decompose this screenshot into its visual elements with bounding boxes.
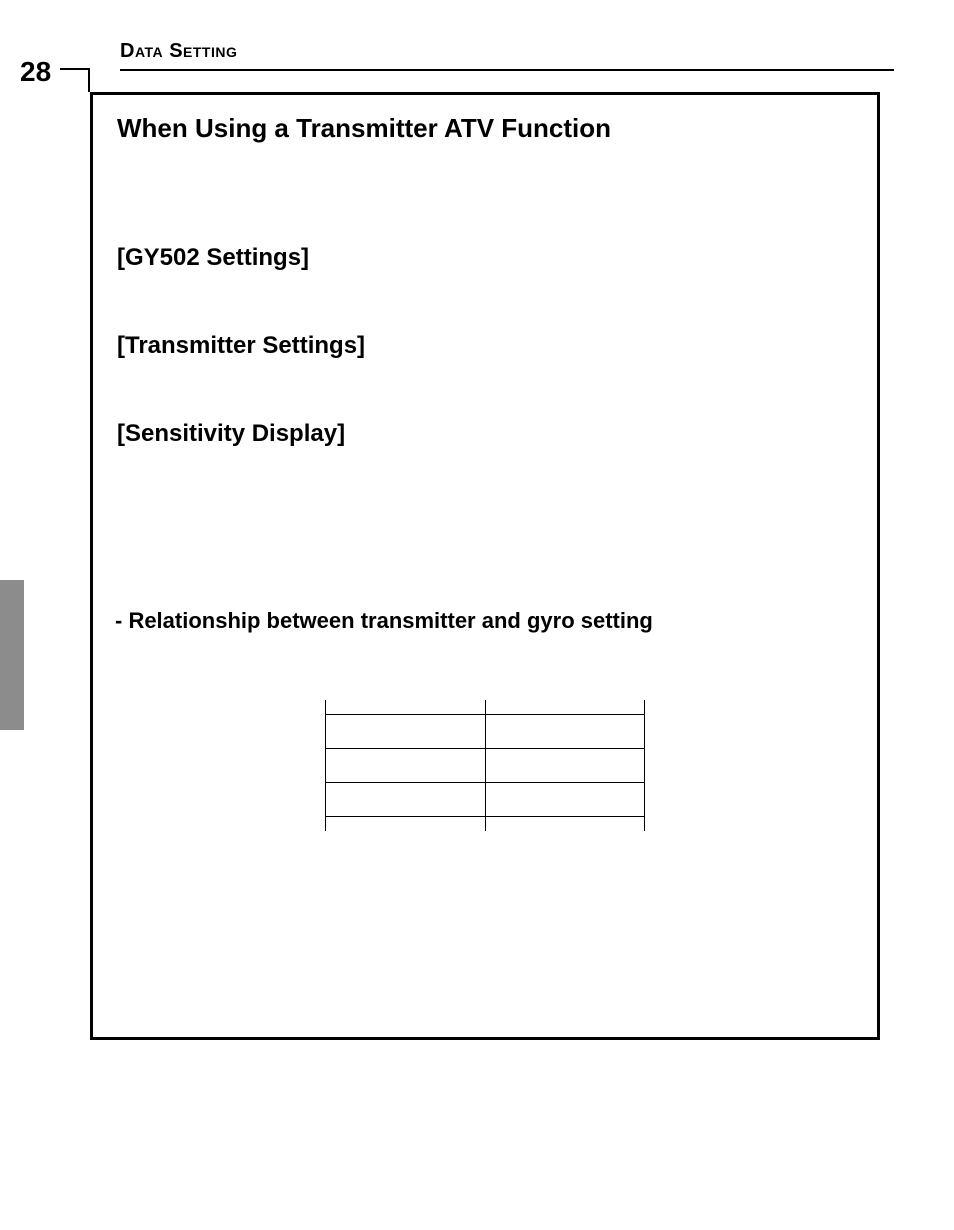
table-row	[325, 783, 645, 817]
side-tab	[0, 580, 24, 730]
table-mid-tick-top	[485, 700, 486, 714]
table-outer	[325, 714, 645, 817]
table-mid-tick-bottom	[485, 817, 486, 831]
table-row	[325, 715, 645, 749]
header-corner-mark	[60, 70, 90, 94]
box-title: When Using a Transmitter ATV Function	[117, 113, 853, 144]
content-box: When Using a Transmitter ATV Function [G…	[90, 92, 880, 1040]
relationship-heading: - Relationship between transmitter and g…	[115, 608, 853, 634]
subheading-gy502: [GY502 Settings]	[117, 244, 853, 272]
table-cell	[325, 749, 485, 783]
header-rule	[120, 69, 894, 71]
page: Data Setting 28 When Using a Transmitter…	[0, 0, 954, 1230]
table-cell	[485, 783, 645, 817]
subheading-transmitter: [Transmitter Settings]	[117, 332, 853, 360]
header: Data Setting	[120, 40, 894, 71]
page-number: 28	[20, 56, 51, 88]
table-cell	[485, 715, 645, 749]
table-cell	[325, 783, 485, 817]
subheading-sensitivity: [Sensitivity Display]	[117, 420, 853, 448]
table-cell	[325, 715, 485, 749]
table-cell	[485, 749, 645, 783]
table-row	[325, 749, 645, 783]
relationship-table	[325, 714, 645, 817]
section-title: Data Setting	[120, 40, 894, 67]
table-wrap	[117, 714, 853, 817]
